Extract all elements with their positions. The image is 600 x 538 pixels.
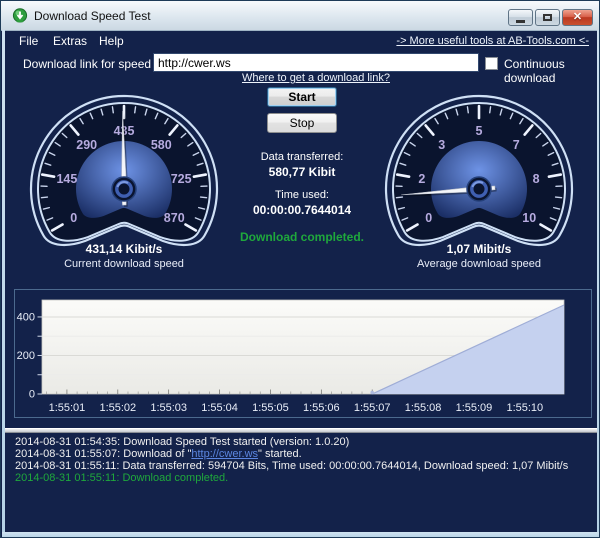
svg-text:580: 580 [151, 138, 172, 152]
close-icon: ✕ [573, 12, 582, 23]
svg-text:7: 7 [513, 138, 520, 152]
svg-text:290: 290 [76, 138, 97, 152]
window-title: Download Speed Test [34, 9, 151, 23]
svg-text:1:55:08: 1:55:08 [405, 402, 442, 414]
average-speed-gauge: 0 2 3 5 7 8 10 [379, 92, 579, 248]
log-panel: 2014-08-31 01:54:35: Download Speed Test… [5, 433, 597, 532]
log-text: 2014-08-31 01:54:35: Download Speed Test… [15, 436, 349, 448]
log-text: " started. [258, 448, 302, 460]
svg-text:1:55:02: 1:55:02 [99, 402, 136, 414]
minimize-icon [516, 20, 525, 23]
svg-text:1:55:09: 1:55:09 [456, 402, 493, 414]
time-used-value: 00:00:00.7644014 [253, 203, 351, 217]
download-completed-text: Download completed. [240, 230, 364, 244]
svg-text:2: 2 [418, 172, 425, 186]
svg-text:1:55:07: 1:55:07 [354, 402, 391, 414]
svg-text:0: 0 [425, 211, 432, 225]
close-button[interactable]: ✕ [562, 9, 593, 26]
svg-text:3: 3 [438, 138, 445, 152]
current-speed-gauge: 0145290435580725870 [24, 92, 224, 248]
stop-button[interactable]: Stop [267, 113, 337, 133]
where-to-get-link[interactable]: Where to get a download link? [242, 72, 390, 84]
log-line: 2014-08-31 01:55:11: Download completed. [15, 472, 597, 484]
svg-text:725: 725 [171, 172, 192, 186]
time-used-label: Time used: [275, 189, 329, 201]
log-line: 2014-08-31 01:55:11: Data transferred: 5… [15, 460, 597, 472]
log-text: 2014-08-31 01:55:11: Data transferred: 5… [15, 460, 568, 472]
svg-text:0: 0 [70, 211, 77, 225]
data-transferred-value: 580,77 Kibit [269, 165, 336, 179]
speed-history-chart: 0 200 400 1:55:01 1:55:02 1:55:03 1:55:04 1:55:… [14, 289, 592, 418]
start-button[interactable]: Start [267, 87, 337, 107]
log-line: 2014-08-31 01:55:07: Download of "http:/… [15, 448, 597, 460]
svg-text:200: 200 [17, 350, 35, 362]
title-bar[interactable]: Download Speed Test ✕ [1, 1, 599, 31]
log-text: 2014-08-31 01:55:11: Download completed. [15, 472, 228, 484]
log-text: 2014-08-31 01:55:07: Download of " [15, 448, 191, 460]
window-frame-bottom [2, 532, 600, 538]
svg-text:10: 10 [522, 211, 536, 225]
current-speed-value: 431,14 Kibit/s [86, 242, 163, 256]
svg-text:1:55:10: 1:55:10 [506, 402, 543, 414]
svg-text:8: 8 [533, 172, 540, 186]
svg-text:0: 0 [29, 389, 35, 401]
svg-text:1:55:05: 1:55:05 [252, 402, 289, 414]
speed-history-plot: 0 200 400 1:55:01 1:55:02 1:55:03 1:55:04 1:55:… [15, 290, 591, 417]
svg-text:145: 145 [56, 172, 77, 186]
log-line: 2014-08-31 01:54:35: Download Speed Test… [15, 436, 597, 448]
svg-text:1:55:03: 1:55:03 [150, 402, 187, 414]
promo-link[interactable]: -> More useful tools at AB-Tools.com <- [396, 35, 589, 47]
url-input[interactable] [153, 53, 479, 72]
svg-text:1:55:04: 1:55:04 [201, 402, 238, 414]
average-speed-caption: Average download speed [417, 258, 541, 270]
svg-text:1:55:01: 1:55:01 [49, 402, 86, 414]
current-speed-caption: Current download speed [64, 258, 184, 270]
app-icon [12, 8, 28, 24]
average-speed-value: 1,07 Mibit/s [447, 242, 512, 256]
continuous-download-label: Continuous download [504, 57, 599, 85]
maximize-button[interactable] [535, 9, 560, 26]
continuous-download-checkbox[interactable] [485, 57, 498, 70]
svg-text:5: 5 [476, 124, 483, 138]
svg-text:1:55:06: 1:55:06 [303, 402, 340, 414]
menu-file[interactable]: File [19, 34, 38, 48]
minimize-button[interactable] [508, 9, 533, 26]
log-url-link[interactable]: http://cwer.ws [191, 448, 258, 460]
menu-help[interactable]: Help [99, 34, 124, 48]
menu-extras[interactable]: Extras [53, 34, 87, 48]
svg-text:400: 400 [17, 311, 35, 323]
svg-text:870: 870 [164, 211, 185, 225]
data-transferred-label: Data transferred: [261, 151, 344, 163]
maximize-icon [543, 14, 552, 21]
app-window: Download Speed Test ✕ File Extras Help -… [0, 0, 600, 538]
